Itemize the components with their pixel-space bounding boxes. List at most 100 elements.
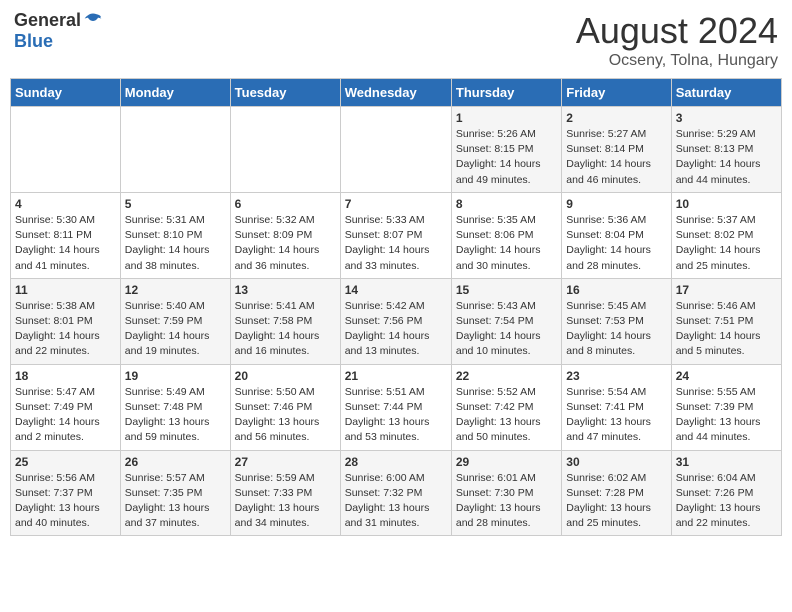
day-info: Sunrise: 5:47 AM Sunset: 7:49 PM Dayligh… — [15, 385, 116, 446]
day-number: 13 — [235, 283, 336, 297]
day-number: 9 — [566, 197, 666, 211]
day-number: 26 — [125, 455, 226, 469]
day-number: 11 — [15, 283, 116, 297]
calendar-week-row: 1 Sunrise: 5:26 AM Sunset: 8:15 PM Daylig… — [11, 107, 782, 193]
calendar-cell: 28Sunrise: 6:00 AM Sunset: 7:32 PM Dayli… — [340, 450, 451, 536]
day-info: Sunrise: 5:42 AM Sunset: 7:56 PM Dayligh… — [345, 299, 447, 360]
day-info: Sunrise: 5:27 AM Sunset: 8:14 PM Dayligh… — [566, 127, 666, 188]
calendar-cell — [340, 107, 451, 193]
calendar-cell: 19 Sunrise: 5:49 AM Sunset: 7:48 PM Dayli… — [120, 364, 230, 450]
logo-bird-icon — [83, 11, 103, 31]
day-number: 12 — [125, 283, 226, 297]
day-number: 19 — [125, 369, 226, 383]
day-number: 15 — [456, 283, 557, 297]
day-info: Sunrise: 5:37 AM Sunset: 8:02 PM Dayligh… — [676, 213, 777, 274]
calendar-week-row: 18 Sunrise: 5:47 AM Sunset: 7:49 PM Dayli… — [11, 364, 782, 450]
day-info: Sunrise: 5:29 AM Sunset: 8:13 PM Dayligh… — [676, 127, 777, 188]
day-number: 8 — [456, 197, 557, 211]
day-number: 24 — [676, 369, 777, 383]
day-info: Sunrise: 6:04 AM Sunset: 7:26 PM Dayligh… — [676, 471, 777, 532]
calendar-cell: 6 Sunrise: 5:32 AM Sunset: 8:09 PM Daylig… — [230, 192, 340, 278]
day-info: Sunrise: 5:56 AM Sunset: 7:37 PM Dayligh… — [15, 471, 116, 532]
calendar-cell: 5 Sunrise: 5:31 AM Sunset: 8:10 PM Daylig… — [120, 192, 230, 278]
day-number: 14 — [345, 283, 447, 297]
weekday-header-wednesday: Wednesday — [340, 79, 451, 107]
day-info: Sunrise: 5:52 AM Sunset: 7:42 PM Dayligh… — [456, 385, 557, 446]
calendar-cell: 9 Sunrise: 5:36 AM Sunset: 8:04 PM Daylig… — [562, 192, 671, 278]
calendar-cell — [230, 107, 340, 193]
day-info: Sunrise: 5:32 AM Sunset: 8:09 PM Dayligh… — [235, 213, 336, 274]
calendar-cell: 10 Sunrise: 5:37 AM Sunset: 8:02 PM Dayli… — [671, 192, 781, 278]
weekday-header-sunday: Sunday — [11, 79, 121, 107]
day-info: Sunrise: 5:31 AM Sunset: 8:10 PM Dayligh… — [125, 213, 226, 274]
calendar-cell: 26Sunrise: 5:57 AM Sunset: 7:35 PM Dayli… — [120, 450, 230, 536]
page-header: General Blue August 2024 Ocseny, Tolna, … — [10, 10, 782, 70]
calendar-week-row: 4 Sunrise: 5:30 AM Sunset: 8:11 PM Daylig… — [11, 192, 782, 278]
calendar-cell: 16Sunrise: 5:45 AM Sunset: 7:53 PM Dayli… — [562, 278, 671, 364]
day-info: Sunrise: 5:45 AM Sunset: 7:53 PM Dayligh… — [566, 299, 666, 360]
calendar-table: SundayMondayTuesdayWednesdayThursdayFrid… — [10, 78, 782, 536]
day-number: 22 — [456, 369, 557, 383]
day-number: 10 — [676, 197, 777, 211]
month-year-title: August 2024 — [576, 10, 778, 52]
calendar-cell: 31 Sunrise: 6:04 AM Sunset: 7:26 PM Dayli… — [671, 450, 781, 536]
day-number: 23 — [566, 369, 666, 383]
day-info: Sunrise: 5:49 AM Sunset: 7:48 PM Dayligh… — [125, 385, 226, 446]
calendar-cell: 30Sunrise: 6:02 AM Sunset: 7:28 PM Dayli… — [562, 450, 671, 536]
weekday-header-saturday: Saturday — [671, 79, 781, 107]
day-number: 3 — [676, 111, 777, 125]
day-info: Sunrise: 5:43 AM Sunset: 7:54 PM Dayligh… — [456, 299, 557, 360]
calendar-week-row: 25 Sunrise: 5:56 AM Sunset: 7:37 PM Dayli… — [11, 450, 782, 536]
logo-blue-text: Blue — [14, 31, 53, 52]
logo-general-text: General — [14, 10, 81, 31]
calendar-cell: 25 Sunrise: 5:56 AM Sunset: 7:37 PM Dayli… — [11, 450, 121, 536]
day-info: Sunrise: 5:36 AM Sunset: 8:04 PM Dayligh… — [566, 213, 666, 274]
day-number: 1 — [456, 111, 557, 125]
day-number: 17 — [676, 283, 777, 297]
calendar-cell: 15 Sunrise: 5:43 AM Sunset: 7:54 PM Dayli… — [451, 278, 561, 364]
calendar-cell — [120, 107, 230, 193]
weekday-header-friday: Friday — [562, 79, 671, 107]
day-number: 21 — [345, 369, 447, 383]
calendar-cell: 11 Sunrise: 5:38 AM Sunset: 8:01 PM Dayli… — [11, 278, 121, 364]
day-number: 2 — [566, 111, 666, 125]
day-number: 29 — [456, 455, 557, 469]
calendar-cell: 12Sunrise: 5:40 AM Sunset: 7:59 PM Dayli… — [120, 278, 230, 364]
calendar-cell: 7Sunrise: 5:33 AM Sunset: 8:07 PM Daylig… — [340, 192, 451, 278]
day-info: Sunrise: 5:59 AM Sunset: 7:33 PM Dayligh… — [235, 471, 336, 532]
calendar-cell: 14 Sunrise: 5:42 AM Sunset: 7:56 PM Dayli… — [340, 278, 451, 364]
day-info: Sunrise: 5:41 AM Sunset: 7:58 PM Dayligh… — [235, 299, 336, 360]
day-number: 18 — [15, 369, 116, 383]
calendar-cell: 18 Sunrise: 5:47 AM Sunset: 7:49 PM Dayli… — [11, 364, 121, 450]
day-info: Sunrise: 6:01 AM Sunset: 7:30 PM Dayligh… — [456, 471, 557, 532]
weekday-header-monday: Monday — [120, 79, 230, 107]
day-number: 7 — [345, 197, 447, 211]
day-info: Sunrise: 6:02 AM Sunset: 7:28 PM Dayligh… — [566, 471, 666, 532]
weekday-header-row: SundayMondayTuesdayWednesdayThursdayFrid… — [11, 79, 782, 107]
day-info: Sunrise: 5:35 AM Sunset: 8:06 PM Dayligh… — [456, 213, 557, 274]
weekday-header-thursday: Thursday — [451, 79, 561, 107]
day-number: 6 — [235, 197, 336, 211]
calendar-cell: 24 Sunrise: 5:55 AM Sunset: 7:39 PM Dayli… — [671, 364, 781, 450]
day-number: 4 — [15, 197, 116, 211]
location-subtitle: Ocseny, Tolna, Hungary — [576, 52, 778, 70]
day-number: 25 — [15, 455, 116, 469]
day-info: Sunrise: 5:26 AM Sunset: 8:15 PM Dayligh… — [456, 127, 557, 188]
logo: General Blue — [14, 10, 103, 52]
day-info: Sunrise: 6:00 AM Sunset: 7:32 PM Dayligh… — [345, 471, 447, 532]
day-number: 27 — [235, 455, 336, 469]
day-number: 5 — [125, 197, 226, 211]
day-info: Sunrise: 5:38 AM Sunset: 8:01 PM Dayligh… — [15, 299, 116, 360]
calendar-cell: 3 Sunrise: 5:29 AM Sunset: 8:13 PM Daylig… — [671, 107, 781, 193]
calendar-cell — [11, 107, 121, 193]
calendar-cell: 20 Sunrise: 5:50 AM Sunset: 7:46 PM Dayli… — [230, 364, 340, 450]
day-number: 20 — [235, 369, 336, 383]
day-number: 31 — [676, 455, 777, 469]
day-info: Sunrise: 5:54 AM Sunset: 7:41 PM Dayligh… — [566, 385, 666, 446]
day-info: Sunrise: 5:30 AM Sunset: 8:11 PM Dayligh… — [15, 213, 116, 274]
day-info: Sunrise: 5:55 AM Sunset: 7:39 PM Dayligh… — [676, 385, 777, 446]
title-block: August 2024 Ocseny, Tolna, Hungary — [576, 10, 778, 70]
day-info: Sunrise: 5:51 AM Sunset: 7:44 PM Dayligh… — [345, 385, 447, 446]
day-info: Sunrise: 5:50 AM Sunset: 7:46 PM Dayligh… — [235, 385, 336, 446]
weekday-header-tuesday: Tuesday — [230, 79, 340, 107]
